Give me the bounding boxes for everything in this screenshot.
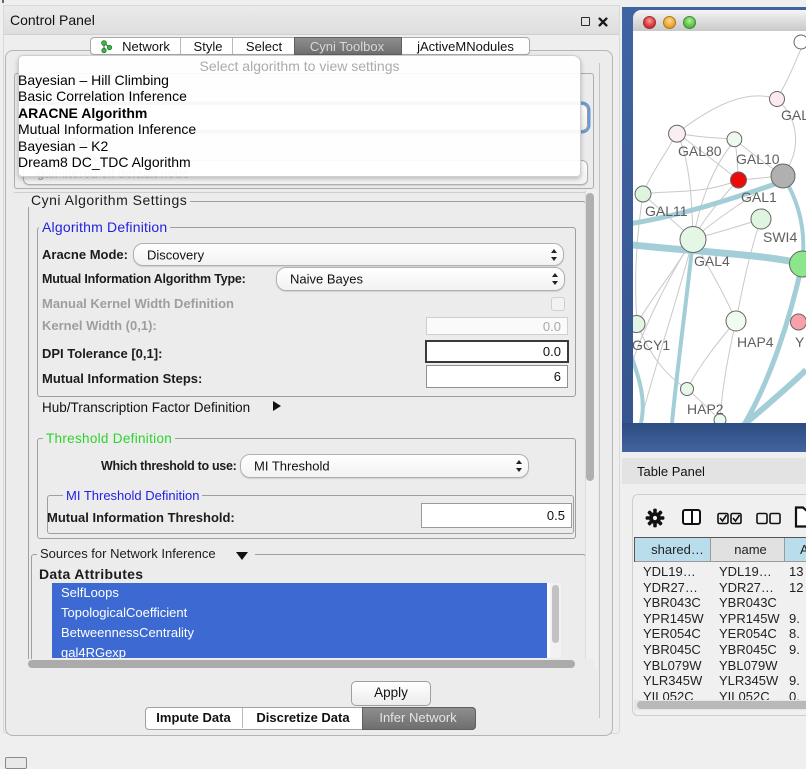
svg-text:GAL1: GAL1 [741, 189, 777, 205]
svg-text:GCY1: GCY1 [633, 337, 670, 353]
svg-text:Y: Y [795, 334, 805, 350]
svg-text:GAL80: GAL80 [678, 143, 722, 159]
svg-text:GAL10: GAL10 [736, 151, 780, 167]
svg-text:GAL: GAL [781, 107, 806, 123]
svg-text:HAP4: HAP4 [737, 334, 774, 350]
svg-text:SWI4: SWI4 [763, 229, 797, 245]
svg-text:HAP2: HAP2 [687, 401, 724, 417]
svg-text:GAL4: GAL4 [694, 253, 730, 269]
svg-text:GAL11: GAL11 [645, 203, 688, 219]
